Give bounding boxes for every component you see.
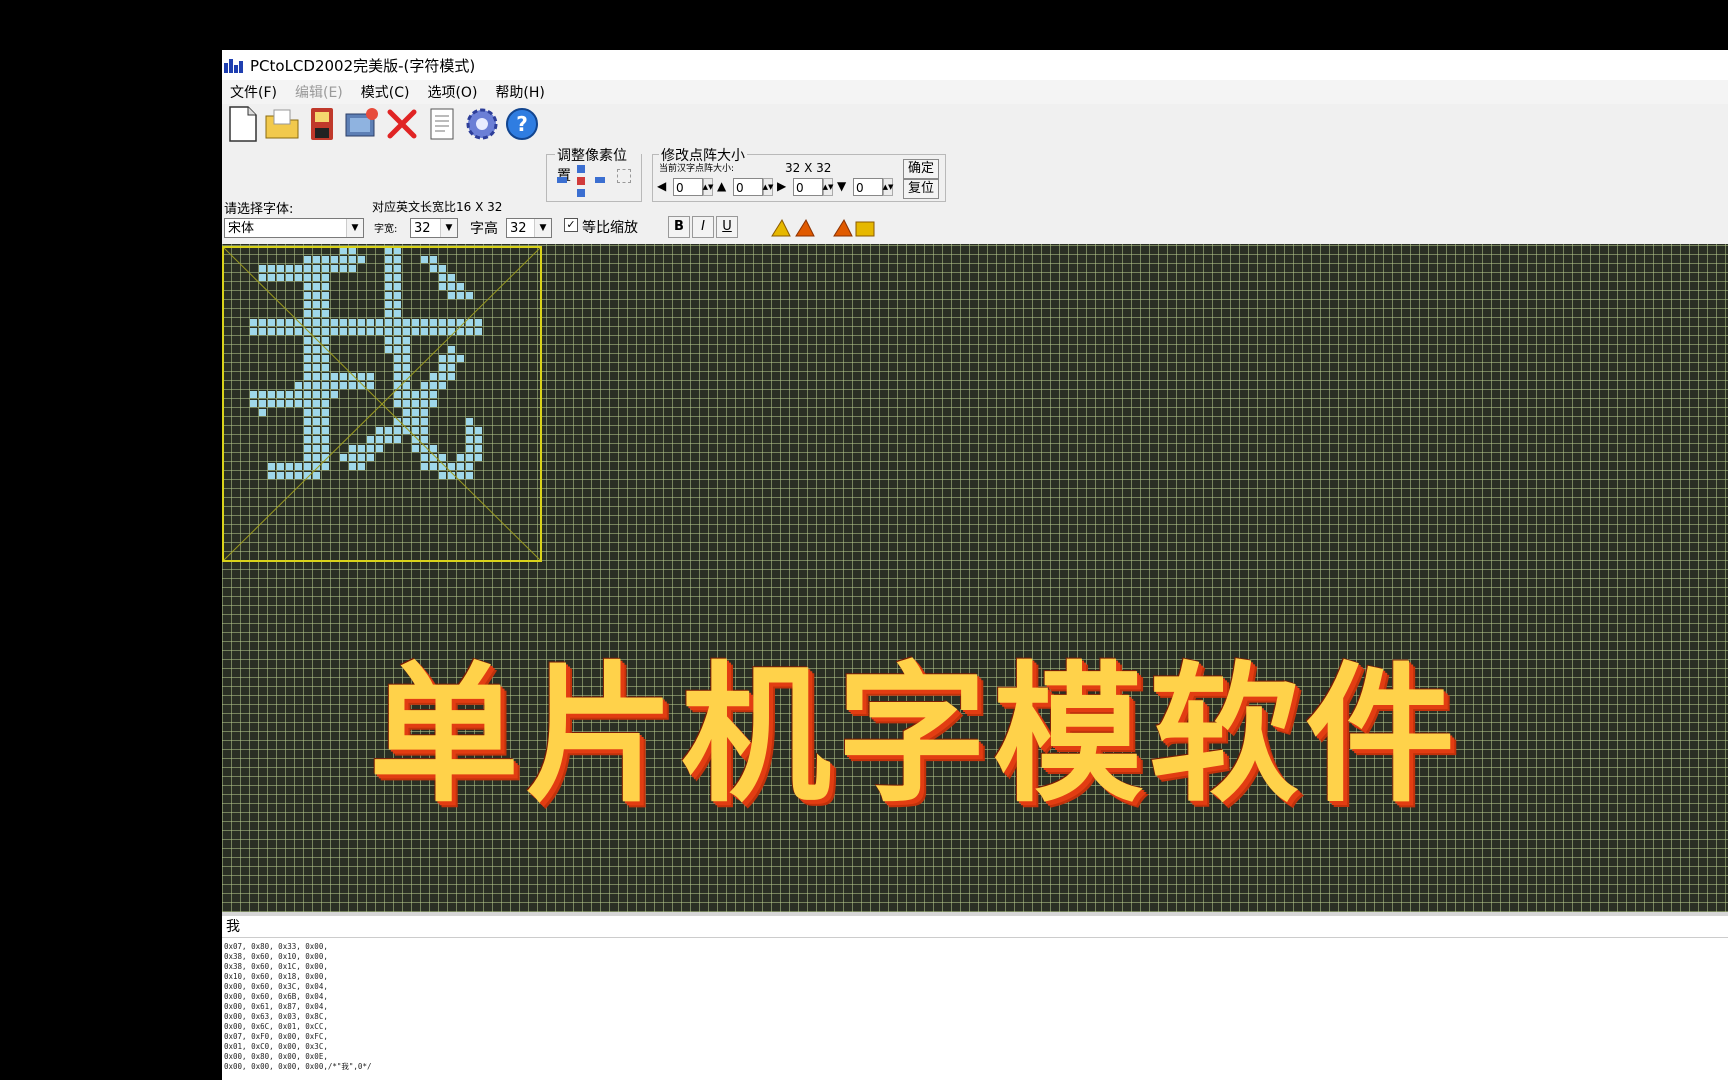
left-spin-input[interactable]: 0 xyxy=(673,178,703,196)
right-arrow-icon[interactable]: ▶ xyxy=(777,179,786,193)
font-select-value: 宋体 xyxy=(228,221,255,236)
code-lines: 0x07, 0x80, 0x33, 0x00, 0x38, 0x60, 0x10,… xyxy=(224,942,1726,1072)
app-icon xyxy=(224,57,244,73)
app-window: PCtoLCD2002完美版-(字符模式) 文件(F) 编辑(E) 模式(C) … xyxy=(222,50,1728,1080)
bold-button[interactable]: B xyxy=(668,216,690,238)
settings-gear-icon[interactable] xyxy=(464,104,500,144)
right-spin-input[interactable]: 0 xyxy=(793,178,823,196)
menu-bar: 文件(F) 编辑(E) 模式(C) 选项(O) 帮助(H) xyxy=(222,80,1728,104)
proportional-label: 等比缩放 xyxy=(582,220,638,236)
adjust-pixel-group: 调整像素位置 xyxy=(546,145,642,202)
code-line: 0x00, 0x00, 0x00, 0x00,/*"我",0*/ xyxy=(224,1062,372,1071)
code-line: 0x00, 0x60, 0x6B, 0x04, xyxy=(224,992,328,1001)
down-arrow-icon[interactable]: ▼ xyxy=(837,179,846,193)
code-line: 0x00, 0x61, 0x87, 0x04, xyxy=(224,1002,328,1011)
clear-icon[interactable] xyxy=(617,169,631,183)
spin-updown-icon[interactable]: ▲▼ xyxy=(763,178,773,196)
main-tools: ? xyxy=(224,104,540,144)
document-icon[interactable] xyxy=(424,104,460,144)
spin-updown-icon[interactable]: ▲▼ xyxy=(883,178,893,196)
code-line: 0x00, 0x60, 0x3C, 0x04, xyxy=(224,982,328,991)
matrix-size-group: 修改点阵大小 当前汉字点阵大小: 32 X 32 确定 ◀ 0 ▲▼ ▲ 0 ▲… xyxy=(652,145,946,202)
ratio-label: 对应英文长宽比16 X 32 xyxy=(372,200,503,214)
font-label: 请选择字体: xyxy=(224,202,294,217)
open-folder-icon[interactable] xyxy=(264,104,300,144)
code-line: 0x07, 0xF0, 0x00, 0xFC, xyxy=(224,1032,328,1041)
height-select-value: 32 xyxy=(510,221,527,236)
height-select[interactable]: 32 ▼ xyxy=(506,218,552,238)
confirm-button[interactable]: 确定 xyxy=(903,159,939,179)
menu-mode[interactable]: 模式(C) xyxy=(361,82,410,102)
code-line: 0x07, 0x80, 0x33, 0x00, xyxy=(224,942,328,951)
chevron-down-icon[interactable]: ▼ xyxy=(534,219,551,237)
rotate-icon[interactable] xyxy=(830,216,878,238)
code-line: 0x38, 0x60, 0x10, 0x00, xyxy=(224,952,328,961)
current-size-label: 当前汉字点阵大小: xyxy=(659,164,735,174)
save-icon[interactable] xyxy=(304,104,340,144)
menu-file[interactable]: 文件(F) xyxy=(230,82,277,102)
chevron-down-icon[interactable]: ▼ xyxy=(440,219,457,237)
chevron-down-icon[interactable]: ▼ xyxy=(346,219,363,237)
delete-icon[interactable] xyxy=(384,104,420,144)
left-arrow-icon[interactable]: ◀ xyxy=(657,179,666,193)
dot-matrix-canvas[interactable]: 单片机字模软件 xyxy=(222,244,1728,912)
code-line: 0x10, 0x60, 0x18, 0x00, xyxy=(224,972,328,981)
width-select-value: 32 xyxy=(414,221,431,236)
move-arrows-icon[interactable] xyxy=(555,163,615,197)
toolbar: ? 请选择字体: 对应英文长宽比16 X 32 宋体 ▼ 字宽: 32 ▼ 字高… xyxy=(222,104,1728,244)
box-diagonals xyxy=(224,248,540,560)
title-bar: PCtoLCD2002完美版-(字符模式) xyxy=(222,50,1728,80)
menu-options[interactable]: 选项(O) xyxy=(427,82,477,102)
output-code-area[interactable]: 0x07, 0x80, 0x33, 0x00, 0x38, 0x60, 0x10,… xyxy=(222,938,1728,1080)
import-image-icon[interactable] xyxy=(344,104,380,144)
help-icon[interactable]: ? xyxy=(504,104,540,144)
menu-help[interactable]: 帮助(H) xyxy=(495,82,544,102)
code-line: 0x00, 0x63, 0x03, 0x8C, xyxy=(224,1012,328,1021)
spin-updown-icon[interactable]: ▲▼ xyxy=(703,178,713,196)
height-label: 字高 xyxy=(470,221,498,237)
code-line: 0x00, 0x80, 0x00, 0x0E, xyxy=(224,1052,328,1061)
font-select[interactable]: 宋体 ▼ xyxy=(224,218,364,238)
underline-button[interactable]: U xyxy=(716,216,738,238)
code-line: 0x00, 0x6C, 0x01, 0xCC, xyxy=(224,1022,328,1031)
menu-edit[interactable]: 编辑(E) xyxy=(295,82,343,102)
width-label: 字宽: xyxy=(374,224,398,235)
new-file-icon[interactable] xyxy=(224,104,260,144)
svg-text:?: ? xyxy=(516,112,528,136)
character-box xyxy=(222,246,542,562)
proportional-checkbox[interactable]: ✓ xyxy=(564,218,578,232)
banner-title: 单片机字模软件 xyxy=(368,649,1461,823)
code-line: 0x01, 0xC0, 0x00, 0x3C, xyxy=(224,1042,328,1051)
window-title: PCtoLCD2002完美版-(字符模式) xyxy=(250,56,476,75)
current-size-value: 32 X 32 xyxy=(785,161,832,175)
code-line: 0x38, 0x60, 0x1C, 0x00, xyxy=(224,962,328,971)
spin-updown-icon[interactable]: ▲▼ xyxy=(823,178,833,196)
italic-button[interactable]: I xyxy=(692,216,714,238)
bottom-spin-input[interactable]: 0 xyxy=(853,178,883,196)
top-spin-input[interactable]: 0 xyxy=(733,178,763,196)
mirror-icon[interactable] xyxy=(770,216,818,238)
reset-button[interactable]: 复位 xyxy=(903,179,939,199)
width-select[interactable]: 32 ▼ xyxy=(410,218,458,238)
up-arrow-icon[interactable]: ▲ xyxy=(717,179,726,193)
input-text-field[interactable]: 我 xyxy=(222,916,1728,938)
